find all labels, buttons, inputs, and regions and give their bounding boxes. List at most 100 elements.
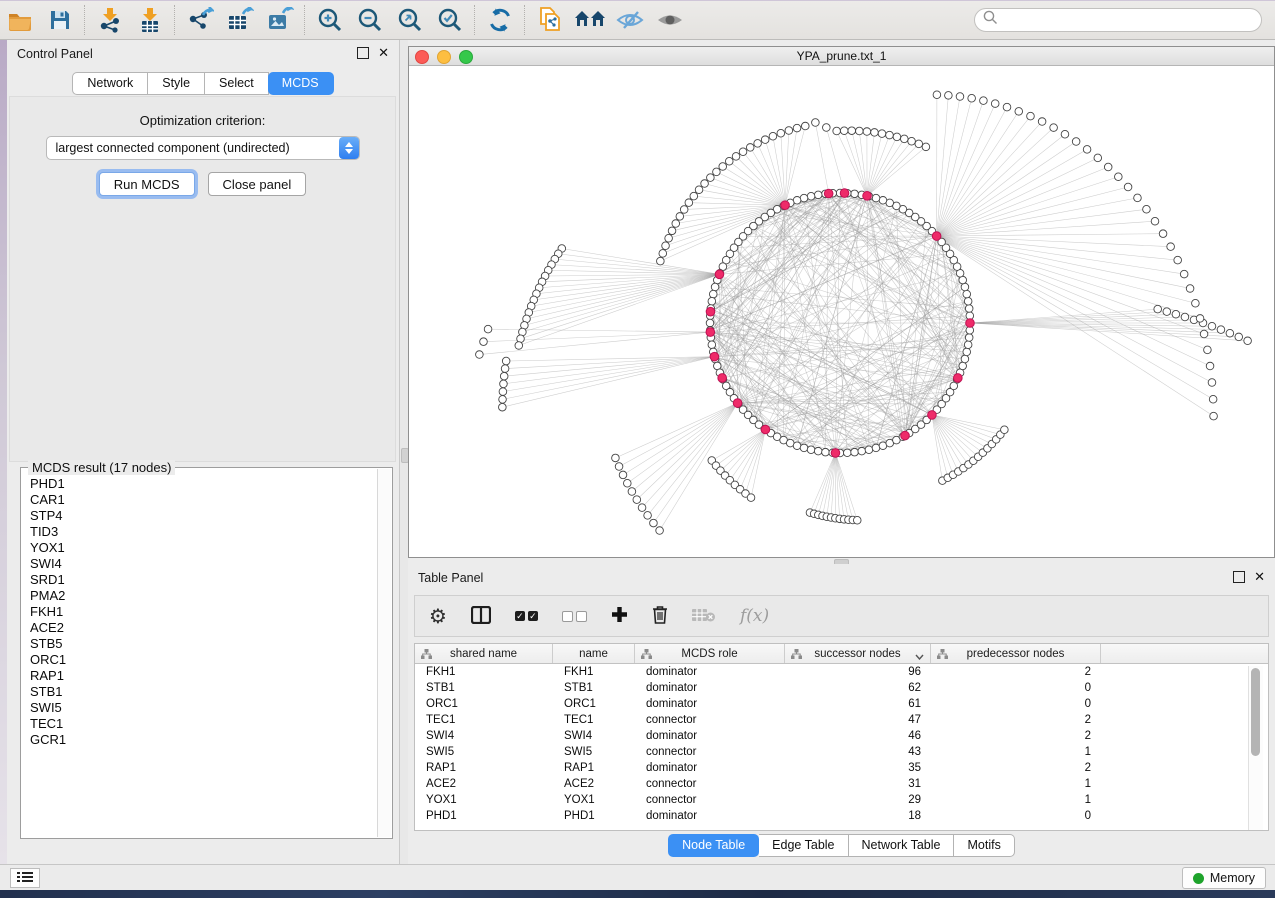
table-cell[interactable]: connector [635, 714, 785, 726]
table-cell[interactable]: 0 [931, 810, 1101, 822]
float-panel-icon[interactable] [1233, 571, 1245, 583]
deselect-all-button[interactable] [562, 611, 587, 622]
run-mcds-button[interactable]: Run MCDS [99, 172, 195, 196]
mcds-result-item[interactable]: TID3 [22, 524, 378, 540]
table-row[interactable]: RAP1RAP1dominator352 [415, 760, 1268, 776]
table-cell[interactable]: 29 [785, 794, 931, 806]
zoom-in-button[interactable] [310, 3, 350, 37]
vertical-splitter[interactable] [400, 40, 408, 864]
table-cell[interactable]: ORC1 [415, 698, 553, 710]
mcds-result-item[interactable]: SRD1 [22, 572, 378, 588]
table-cell[interactable]: connector [635, 778, 785, 790]
table-settings-button[interactable]: ⚙ [429, 606, 447, 626]
add-column-button[interactable] [611, 606, 628, 626]
table-row[interactable]: STB1STB1dominator620 [415, 680, 1268, 696]
tab-style[interactable]: Style [148, 72, 205, 95]
mcds-result-item[interactable]: STB5 [22, 636, 378, 652]
table-row[interactable]: TEC1TEC1connector472 [415, 712, 1268, 728]
function-builder-button[interactable]: f(x) [740, 606, 769, 626]
table-row[interactable]: FKH1FKH1dominator962 [415, 664, 1268, 680]
scrollbar-thumb[interactable] [1251, 668, 1260, 756]
table-cell[interactable]: RAP1 [415, 762, 553, 774]
first-neighbors-button[interactable] [570, 3, 610, 37]
table-cell[interactable]: dominator [635, 810, 785, 822]
mcds-result-item[interactable]: SWI5 [22, 700, 378, 716]
mcds-result-item[interactable]: YOX1 [22, 540, 378, 556]
network-canvas[interactable] [409, 65, 1274, 557]
hide-selected-button[interactable] [610, 3, 650, 37]
refresh-view-button[interactable] [480, 3, 520, 37]
show-column-selector-button[interactable] [471, 606, 491, 627]
column-header-successor-nodes[interactable]: successor nodes [785, 644, 931, 663]
tab-node-table[interactable]: Node Table [668, 834, 759, 857]
table-cell[interactable]: dominator [635, 698, 785, 710]
delete-column-button[interactable] [652, 605, 668, 627]
column-header-MCDS-role[interactable]: MCDS role [635, 644, 785, 663]
mcds-result-item[interactable]: RAP1 [22, 668, 378, 684]
table-cell[interactable]: 43 [785, 746, 931, 758]
export-table-button[interactable] [220, 3, 260, 37]
table-cell[interactable]: 18 [785, 810, 931, 822]
table-cell[interactable]: 1 [931, 794, 1101, 806]
export-image-button[interactable] [260, 3, 300, 37]
tab-mcds[interactable]: MCDS [268, 72, 334, 95]
table-cell[interactable]: 2 [931, 730, 1101, 742]
table-cell[interactable]: YOX1 [415, 794, 553, 806]
table-cell[interactable]: RAP1 [553, 762, 635, 774]
column-header-predecessor-nodes[interactable]: predecessor nodes [931, 644, 1101, 663]
show-task-history-button[interactable] [10, 868, 40, 888]
zoom-out-button[interactable] [350, 3, 390, 37]
memory-button[interactable]: Memory [1182, 867, 1266, 889]
table-scrollbar[interactable] [1248, 666, 1263, 830]
table-cell[interactable]: PHD1 [553, 810, 635, 822]
mcds-result-item[interactable]: GCR1 [22, 732, 378, 748]
import-network-button[interactable] [90, 3, 130, 37]
table-cell[interactable]: ACE2 [553, 778, 635, 790]
table-cell[interactable]: TEC1 [415, 714, 553, 726]
table-cell[interactable]: 62 [785, 682, 931, 694]
table-cell[interactable]: FKH1 [415, 666, 553, 678]
close-panel-icon[interactable]: ✕ [1254, 572, 1265, 582]
table-cell[interactable]: dominator [635, 666, 785, 678]
mcds-result-item[interactable]: STB1 [22, 684, 378, 700]
table-cell[interactable]: SWI5 [415, 746, 553, 758]
mcds-result-item[interactable]: TEC1 [22, 716, 378, 732]
tab-motifs[interactable]: Motifs [954, 834, 1014, 857]
close-panel-button[interactable]: Close panel [208, 172, 307, 196]
column-header-name[interactable]: name [553, 644, 635, 663]
table-cell[interactable]: 35 [785, 762, 931, 774]
table-cell[interactable]: 2 [931, 762, 1101, 774]
table-cell[interactable]: 61 [785, 698, 931, 710]
tab-select[interactable]: Select [205, 72, 269, 95]
mcds-result-item[interactable]: STP4 [22, 508, 378, 524]
table-cell[interactable]: YOX1 [553, 794, 635, 806]
new-network-from-selection-button[interactable] [530, 3, 570, 37]
close-panel-icon[interactable]: ✕ [378, 48, 389, 58]
table-cell[interactable]: ORC1 [553, 698, 635, 710]
export-network-button[interactable] [180, 3, 220, 37]
table-row[interactable]: SWI5SWI5connector431 [415, 744, 1268, 760]
table-cell[interactable]: 2 [931, 714, 1101, 726]
minimize-window-icon[interactable] [437, 50, 451, 64]
table-cell[interactable]: 1 [931, 778, 1101, 790]
table-row[interactable]: ACE2ACE2connector311 [415, 776, 1268, 792]
tab-network[interactable]: Network [72, 72, 148, 95]
show-all-button[interactable] [650, 3, 690, 37]
table-cell[interactable]: 46 [785, 730, 931, 742]
mcds-result-item[interactable]: SWI4 [22, 556, 378, 572]
table-cell[interactable]: SWI5 [553, 746, 635, 758]
table-cell[interactable]: PHD1 [415, 810, 553, 822]
table-cell[interactable]: dominator [635, 762, 785, 774]
search-input[interactable] [1004, 12, 1253, 28]
table-cell[interactable]: 31 [785, 778, 931, 790]
table-row[interactable]: YOX1YOX1connector291 [415, 792, 1268, 808]
table-cell[interactable]: STB1 [553, 682, 635, 694]
table-cell[interactable]: connector [635, 794, 785, 806]
tab-network-table[interactable]: Network Table [849, 834, 955, 857]
table-cell[interactable]: TEC1 [553, 714, 635, 726]
tab-edge-table[interactable]: Edge Table [759, 834, 848, 857]
select-all-button[interactable]: ✓✓ [515, 611, 538, 621]
column-header-shared-name[interactable]: shared name [415, 644, 553, 663]
mcds-result-item[interactable]: FKH1 [22, 604, 378, 620]
table-cell[interactable]: 1 [931, 746, 1101, 758]
